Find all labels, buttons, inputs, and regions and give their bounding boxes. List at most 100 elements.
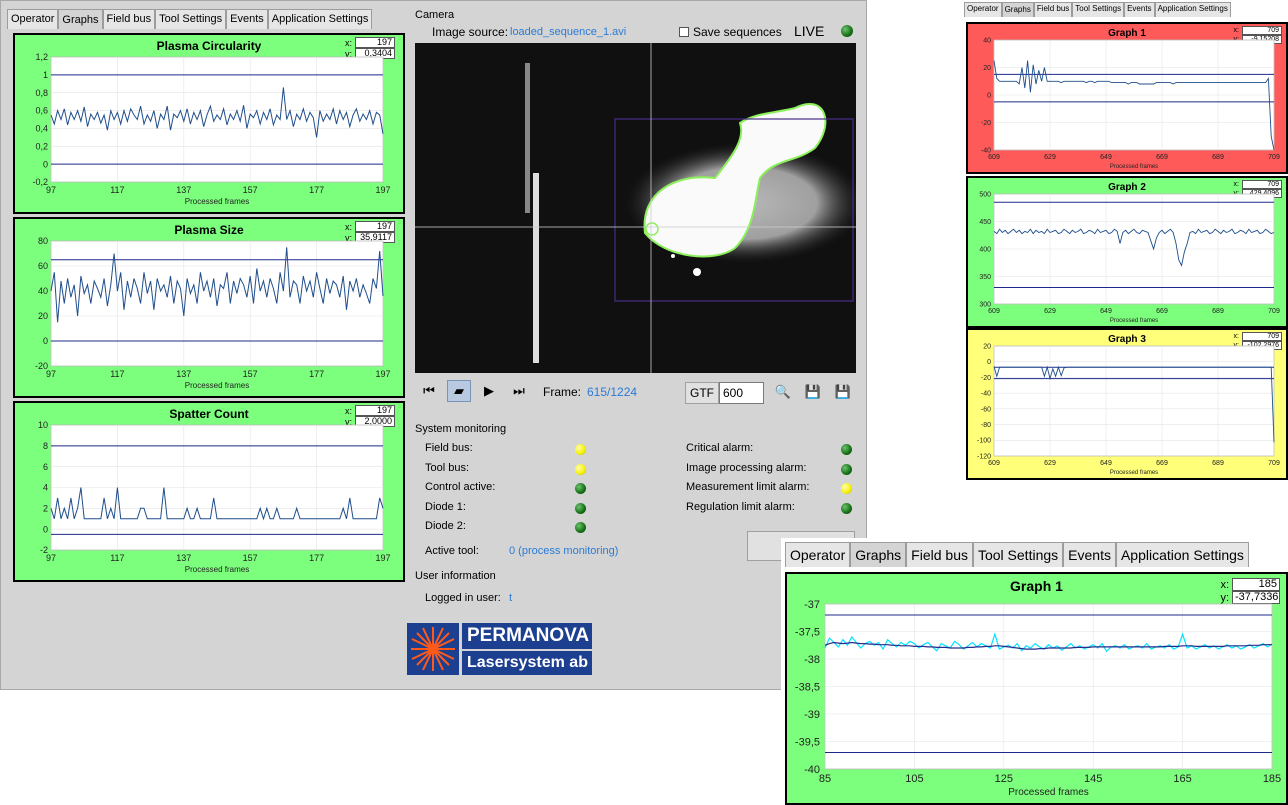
graph-svg[interactable]: -37 -37,5 -38 -38,5 -39 -39,5 -4085 105 125 145 16… xyxy=(787,574,1286,803)
x-tick-label: 105 xyxy=(905,773,923,785)
tab-operator[interactable]: Operator xyxy=(7,9,59,29)
frame-value: 615/1224 xyxy=(587,385,638,399)
y-tick-label: 10 xyxy=(38,420,48,430)
logo-text: PERMANOVA Lasersystem ab xyxy=(462,623,592,675)
y-tick-label: 0,6 xyxy=(35,106,48,116)
x-tick-label: 145 xyxy=(1084,773,1102,785)
right-big-tab-strip: Operator Graphs Field bus Tool Settings … xyxy=(781,538,1288,567)
y-tick-label: 20 xyxy=(38,311,48,321)
x-tick-label: 709 xyxy=(1268,308,1280,315)
x-tick-label: 197 xyxy=(375,185,390,195)
step-forward-button[interactable]: ⏭ xyxy=(507,380,531,402)
x-tick-label: 137 xyxy=(176,185,191,195)
monitor-label: Tool bus: xyxy=(425,461,470,474)
tab-field-bus[interactable]: Field bus xyxy=(102,9,156,29)
y-tick-label: -39 xyxy=(804,709,820,721)
tab-graphs[interactable]: Graphs xyxy=(58,9,103,29)
checkbox-icon[interactable] xyxy=(679,27,689,37)
x-tick-label: 165 xyxy=(1173,773,1191,785)
x-tick-label: 117 xyxy=(110,185,124,195)
gtf-button[interactable]: GTF xyxy=(685,382,719,404)
image-source-value[interactable]: loaded_sequence_1.avi xyxy=(510,26,626,38)
plot-area xyxy=(993,345,1275,457)
monitor-label: Regulation limit alarm: xyxy=(686,500,795,513)
status-led-icon xyxy=(575,502,586,514)
save-all-icon[interactable]: 💾 xyxy=(831,381,855,403)
save-sequences-checkbox[interactable]: Save sequences xyxy=(679,25,782,39)
graph-svg[interactable]: 40200-20-40609 629 649 669 689 709Processed f… xyxy=(968,24,1286,172)
y-tick-label: -38,5 xyxy=(795,681,820,693)
y-tick-label: -37,5 xyxy=(795,626,820,638)
streak-bottom xyxy=(533,173,539,363)
graph-svg[interactable]: 500450400350300609 629 649 669 689 709Process… xyxy=(968,178,1286,326)
permanova-logo: PERMANOVA Lasersystem ab xyxy=(407,623,592,675)
x-tick-label: 669 xyxy=(1156,308,1168,315)
tab-application-settings[interactable]: Application Settings xyxy=(1115,542,1249,567)
tab-events[interactable]: Events xyxy=(226,9,268,29)
tab-application-settings[interactable]: Application Settings xyxy=(267,9,373,29)
x-tick-label: 157 xyxy=(243,553,258,563)
x-tick-label: 197 xyxy=(375,553,390,563)
camera-heading: Camera xyxy=(415,9,455,21)
graph-svg[interactable]: 1086420-297 117 137 157 177 197Processed fram… xyxy=(15,403,403,580)
tab-operator[interactable]: Operator xyxy=(964,2,1002,17)
graph-panel: Plasma Circularity x: 197 y: 0,3404 1,2 1 0,8 0,… xyxy=(13,33,405,214)
save-image-icon[interactable]: 💾 xyxy=(801,381,825,403)
tab-tool-settings[interactable]: Tool Settings xyxy=(155,9,227,29)
status-led-icon xyxy=(575,444,586,455)
tab-events[interactable]: Events xyxy=(1063,542,1116,567)
logo-line-1: PERMANOVA xyxy=(462,623,592,649)
x-tick-label: 177 xyxy=(309,369,324,379)
live-label: LIVE xyxy=(794,23,825,39)
graph-panel: Plasma Size x: 197 y: 35,9117 80 60 40 20 0 -20 97 1… xyxy=(13,217,405,398)
x-tick-label: 669 xyxy=(1156,460,1168,467)
tab-graphs[interactable]: Graphs xyxy=(1001,2,1034,17)
x-axis-label: Processed frames xyxy=(185,381,249,390)
tab-tool-settings[interactable]: Tool Settings xyxy=(1072,2,1125,17)
x-axis-label: Processed frames xyxy=(1110,318,1158,324)
y-tick-label: 60 xyxy=(38,261,48,271)
y-tick-label: 0,4 xyxy=(35,124,48,134)
tab-events[interactable]: Events xyxy=(1124,2,1155,17)
y-tick-label: 0 xyxy=(43,336,48,346)
monitor-label: Image processing alarm: xyxy=(686,461,807,474)
monitor-label: Critical alarm: xyxy=(686,442,754,454)
x-tick-label: 125 xyxy=(995,773,1013,785)
right-small-graphs-window: Operator Graphs Field bus Tool Settings … xyxy=(962,0,1288,480)
y-tick-label: 350 xyxy=(979,274,991,281)
status-led-icon xyxy=(575,522,586,533)
gtf-input[interactable]: 600 xyxy=(719,382,764,404)
tab-graphs[interactable]: Graphs xyxy=(850,542,907,567)
graph-panel: Graph 1 x: 185 y: -37,7336 -37 -37,5 -38 -38,5 -3… xyxy=(785,572,1288,805)
tab-operator[interactable]: Operator xyxy=(785,542,851,567)
x-tick-label: 629 xyxy=(1044,460,1056,467)
camera-image[interactable] xyxy=(415,43,856,373)
graph-svg[interactable]: 806040200-2097 117 137 157 177 197Processed f… xyxy=(15,219,403,396)
step-back-button[interactable]: ⏮ xyxy=(417,380,441,402)
status-led-icon xyxy=(841,444,852,455)
y-tick-label: 1 xyxy=(43,70,48,80)
y-tick-label: -80 xyxy=(981,422,991,429)
pause-button[interactable]: ▰ xyxy=(447,380,471,402)
graph-svg[interactable]: 200-20-40-60-80-100-120609 629 649 669 689 70… xyxy=(968,330,1286,478)
x-tick-label: 689 xyxy=(1212,308,1224,315)
status-led-icon xyxy=(575,463,586,475)
y-tick-label: 6 xyxy=(43,462,48,472)
x-tick-label: 177 xyxy=(309,185,324,195)
y-tick-label: 0,2 xyxy=(35,141,48,151)
tab-tool-settings[interactable]: Tool Settings xyxy=(972,542,1064,567)
status-led-icon xyxy=(575,483,586,494)
y-tick-label: -60 xyxy=(981,406,991,413)
zoom-icon[interactable]: 🔍 xyxy=(771,381,795,403)
x-tick-label: 117 xyxy=(110,369,124,379)
tab-application-settings[interactable]: Application Settings xyxy=(1154,2,1231,17)
x-axis-label: Processed frames xyxy=(1110,470,1158,476)
tab-field-bus[interactable]: Field bus xyxy=(1033,2,1073,17)
tab-field-bus[interactable]: Field bus xyxy=(906,542,973,567)
graph-svg[interactable]: 1,210,80,60,40,20-0,297 117 137 157 177 197Pr… xyxy=(15,35,403,212)
graph-panel: Graph 3 x: 709 y: -102,2976 20 0 -20 -40 -60 -80 -1… xyxy=(966,328,1288,480)
y-tick-label: 1,2 xyxy=(35,52,48,62)
y-tick-label: 40 xyxy=(38,286,48,296)
play-button[interactable]: ▶ xyxy=(477,380,501,402)
right-small-tab-strip: Operator Graphs Field bus Tool Settings … xyxy=(962,0,1288,17)
